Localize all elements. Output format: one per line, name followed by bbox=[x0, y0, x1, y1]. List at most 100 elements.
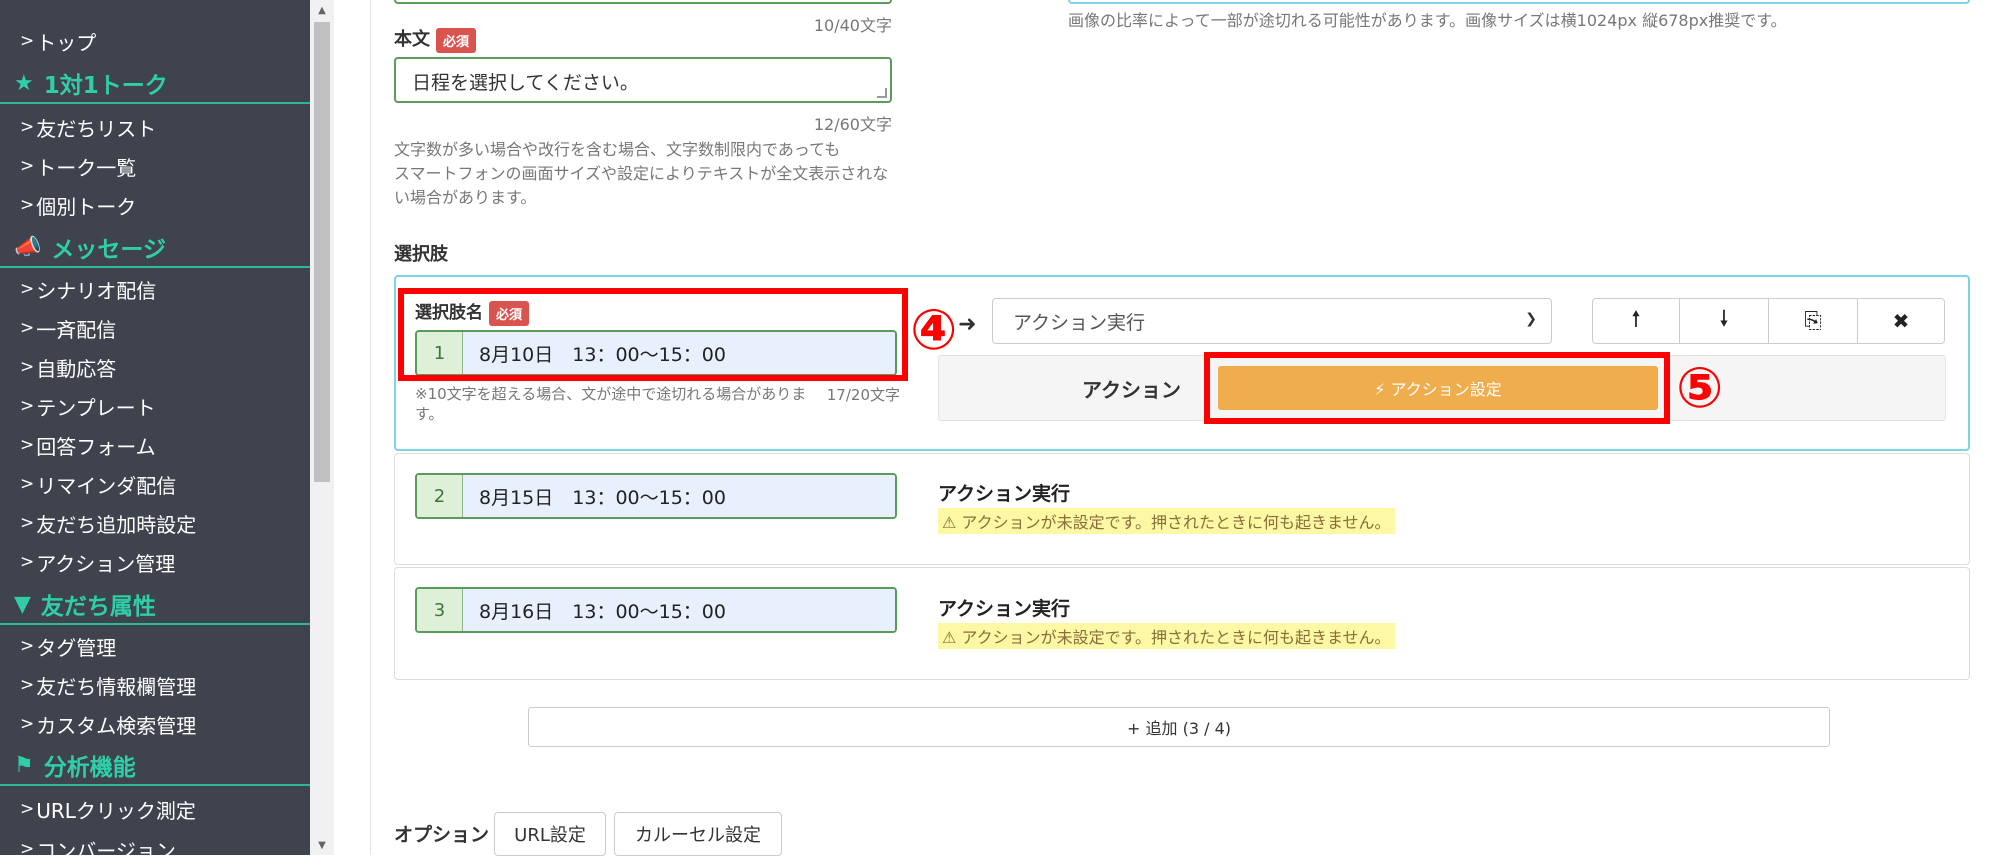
sidebar-item-19[interactable]: > URLクリック測定 bbox=[0, 790, 310, 828]
copy-button[interactable]: ⎘ bbox=[1768, 298, 1858, 344]
sidebar-item-15[interactable]: > タグ管理 bbox=[0, 627, 310, 665]
add-choice-button[interactable]: + 追加 (3 / 4) bbox=[528, 707, 1830, 747]
body-help-text: 文字数が多い場合や改行を含む場合、文字数制限内であっても スマートフォンの画面サ… bbox=[394, 138, 914, 210]
sidebar-label: メッセージ bbox=[51, 237, 166, 263]
sidebar-item-4[interactable]: > 個別トーク bbox=[0, 186, 310, 224]
sidebar-label: コンバージョン bbox=[36, 838, 176, 856]
title-char-count: 10/40文字 bbox=[813, 16, 892, 35]
choice-name-value: 8月16日 13：00〜15：00 bbox=[463, 589, 895, 631]
sidebar-label: URLクリック測定 bbox=[36, 798, 196, 823]
chevron-right-icon: > bbox=[20, 117, 35, 137]
chevron-right-icon: > bbox=[20, 435, 35, 455]
arrow-right-icon: ➜ bbox=[958, 312, 977, 337]
action-label: アクション bbox=[1082, 378, 1181, 402]
sidebar-label: アクション管理 bbox=[36, 551, 176, 576]
choice-name-input-3[interactable]: 3 8月16日 13：00〜15：00 bbox=[415, 587, 897, 633]
sidebar-item-10[interactable]: > 回答フォーム bbox=[0, 426, 310, 464]
body-help-line: スマートフォンの画面サイズや設定によりテキストが全文表示されな bbox=[394, 164, 889, 183]
body-textarea-value: 日程を選択してください。 bbox=[412, 72, 639, 94]
sidebar-label: 友だちリスト bbox=[36, 116, 157, 141]
sidebar: > トップ ★ 1対1トーク > 友だちリスト > トーク一覧 > 個別トーク 📣 メッセージ > シナリ… bbox=[0, 0, 310, 855]
image-size-note: 画像の比率によって一部が途切れる可能性があります。画像サイズは横1024px 縦… bbox=[1068, 11, 1787, 30]
chevron-right-icon: > bbox=[20, 714, 35, 734]
chevron-right-icon: > bbox=[20, 156, 35, 176]
sidebar-item-9[interactable]: > テンプレート bbox=[0, 387, 310, 425]
choice-number: 3 bbox=[417, 589, 463, 631]
choice-name-input-2[interactable]: 2 8月15日 13：00〜15：00 bbox=[415, 473, 897, 519]
options-label: オプション bbox=[394, 824, 490, 846]
chevron-right-icon: > bbox=[20, 799, 35, 819]
chevron-right-icon: > bbox=[20, 474, 35, 494]
sidebar-item-2[interactable]: > 友だちリスト bbox=[0, 108, 310, 146]
move-down-button[interactable]: 🠗 bbox=[1679, 298, 1769, 344]
sidebar-label: 個別トーク bbox=[36, 194, 137, 219]
action-title: アクション実行 bbox=[938, 598, 1071, 620]
sidebar-item-12[interactable]: > 友だち追加時設定 bbox=[0, 504, 310, 542]
scroll-down-arrow-icon[interactable]: ▼ bbox=[310, 837, 334, 855]
resize-handle-icon[interactable] bbox=[877, 88, 887, 98]
action-type-select[interactable]: アクション実行 ❯ bbox=[992, 298, 1552, 344]
sidebar-label: テンプレート bbox=[36, 395, 156, 420]
sidebar-label: リマインダ配信 bbox=[36, 473, 177, 498]
sidebar-label: 友だち属性 bbox=[40, 594, 156, 620]
sidebar-label: 友だち追加時設定 bbox=[36, 512, 197, 537]
choice-name-count: 17/20文字 bbox=[826, 386, 900, 404]
action-warning: ⚠ アクションが未設定です。押されたときに何も起きません。 bbox=[938, 508, 1395, 534]
highlight-frame-5 bbox=[1204, 352, 1670, 424]
sidebar-item-7[interactable]: > 一斉配信 bbox=[0, 309, 310, 347]
sidebar-label: 1対1トーク bbox=[43, 73, 168, 99]
sidebar-label: 友だち情報欄管理 bbox=[36, 674, 197, 699]
body-help-line: い場合があります。 bbox=[394, 188, 537, 207]
arrow-up-icon: 🠕 bbox=[1631, 307, 1641, 332]
chevron-right-icon: > bbox=[20, 552, 35, 572]
body-char-count: 12/60文字 bbox=[813, 115, 892, 134]
body-label: 本文 bbox=[394, 29, 430, 50]
scroll-thumb[interactable] bbox=[314, 22, 330, 482]
sidebar-item-8[interactable]: > 自動応答 bbox=[0, 348, 310, 386]
megaphone-icon: 📣 bbox=[14, 234, 42, 260]
sidebar-label: 自動応答 bbox=[36, 356, 117, 381]
carousel-settings-button[interactable]: カルーセル設定 bbox=[614, 812, 782, 856]
sidebar-label: 回答フォーム bbox=[36, 434, 156, 459]
sidebar-item-20[interactable]: > コンバージョン bbox=[0, 830, 310, 856]
content-divider bbox=[370, 0, 371, 855]
chevron-right-icon: > bbox=[20, 675, 35, 695]
action-type-value: アクション実行 bbox=[1013, 311, 1146, 334]
chevron-right-icon: > bbox=[20, 636, 35, 656]
sidebar-section-1: ★ 1対1トーク bbox=[0, 64, 310, 104]
flag-icon: ⚑ bbox=[14, 752, 34, 778]
scroll-up-arrow-icon[interactable]: ▲ bbox=[310, 2, 334, 20]
sidebar-item-17[interactable]: > カスタム検索管理 bbox=[0, 705, 310, 743]
title-input-bottom-edge[interactable] bbox=[394, 0, 892, 4]
sidebar-label: タグ管理 bbox=[36, 635, 117, 660]
sidebar-item-13[interactable]: > アクション管理 bbox=[0, 543, 310, 581]
annotation-5: ⑤ bbox=[1676, 356, 1724, 421]
body-label-group: 本文 必須 bbox=[394, 25, 477, 53]
choice-name-value: 8月15日 13：00〜15：00 bbox=[463, 475, 895, 517]
body-textarea[interactable]: 日程を選択してください。 bbox=[394, 57, 892, 103]
action-warning: ⚠ アクションが未設定です。押されたときに何も起きません。 bbox=[938, 623, 1395, 649]
chevron-right-icon: > bbox=[20, 839, 35, 855]
sidebar-item-3[interactable]: > トーク一覧 bbox=[0, 147, 310, 185]
sidebar-scrollbar[interactable]: ▲ ▼ bbox=[310, 0, 334, 855]
arrow-down-icon: 🠗 bbox=[1719, 307, 1729, 332]
move-up-button[interactable]: 🠕 bbox=[1592, 298, 1680, 344]
url-settings-button[interactable]: URL設定 bbox=[494, 812, 606, 856]
delete-button[interactable]: ✖ bbox=[1857, 298, 1945, 344]
annotation-4: ④ bbox=[910, 298, 958, 363]
sidebar-item-11[interactable]: > リマインダ配信 bbox=[0, 465, 310, 503]
image-upload-bottom-edge bbox=[1068, 0, 1970, 4]
chevron-right-icon: > bbox=[20, 357, 35, 377]
sidebar-label: トーク一覧 bbox=[36, 155, 137, 180]
sidebar-item-0[interactable]: > トップ bbox=[0, 22, 310, 60]
sidebar-item-16[interactable]: > 友だち情報欄管理 bbox=[0, 666, 310, 704]
body-help-line: 文字数が多い場合や改行を含む場合、文字数制限内であっても bbox=[394, 140, 841, 159]
action-title: アクション実行 bbox=[938, 483, 1071, 505]
sidebar-label: カスタム検索管理 bbox=[36, 713, 197, 738]
sidebar-item-6[interactable]: > シナリオ配信 bbox=[0, 270, 310, 308]
sidebar-label: 一斉配信 bbox=[36, 317, 117, 342]
choices-heading: 選択肢 bbox=[394, 244, 448, 265]
sidebar-section-18: ⚑ 分析機能 bbox=[0, 746, 310, 786]
chevron-right-icon: > bbox=[20, 396, 35, 416]
copy-icon: ⎘ bbox=[1804, 308, 1822, 334]
